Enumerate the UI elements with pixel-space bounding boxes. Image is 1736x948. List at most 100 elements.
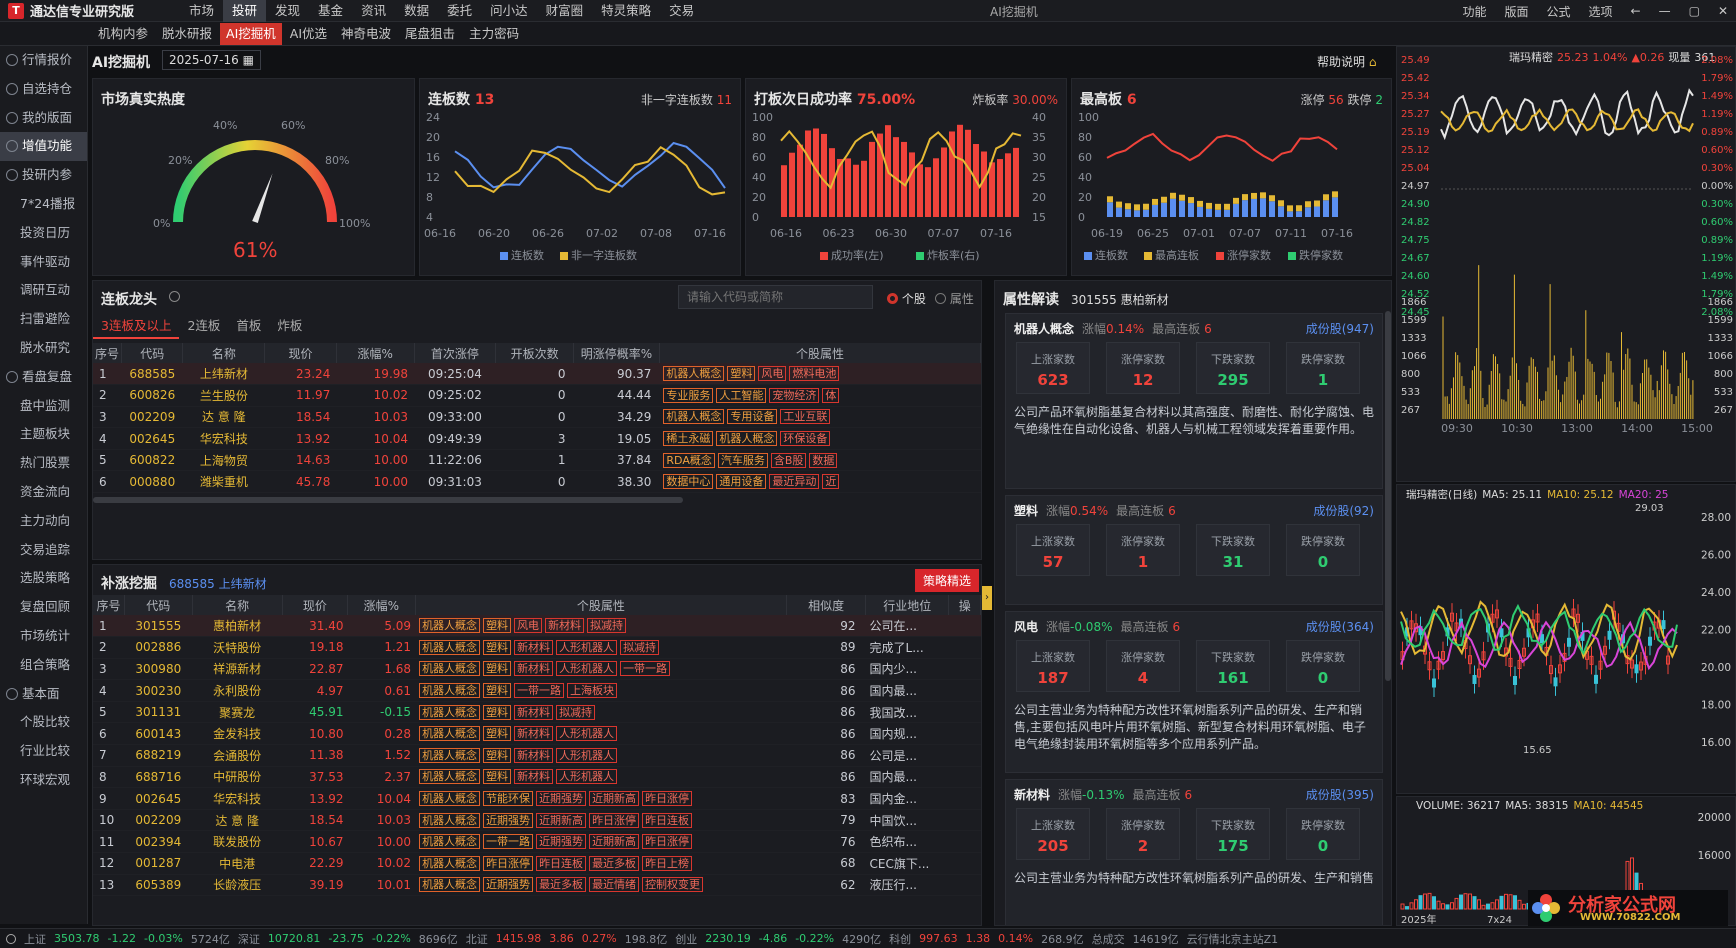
menu-item[interactable]: 问小达 (481, 0, 537, 22)
tag[interactable]: 机器人概念 (716, 431, 778, 447)
tag[interactable]: 塑料 (483, 683, 512, 699)
tag[interactable]: 宠物经济 (769, 387, 820, 403)
tag[interactable]: 拟减持 (620, 639, 660, 655)
action-cell[interactable] (948, 809, 981, 832)
tag[interactable]: 最近异动 (769, 474, 820, 490)
tag[interactable]: 人形机器人 (556, 769, 618, 785)
radio-attr[interactable]: 属性 (935, 290, 974, 307)
tag[interactable]: 近期强势 (483, 877, 534, 893)
strategy-button[interactable]: 策略精选 (915, 569, 980, 592)
table-row[interactable]: 7 688219 会通股份 11.38 1.52 机器人概念 塑料 新材料 人形机器人 86 公司是… (93, 744, 981, 767)
tag[interactable]: 最近情绪 (589, 877, 640, 893)
tag[interactable]: 昨日涨停 (589, 812, 640, 828)
sidebar-item[interactable]: 行情报价 (0, 46, 87, 75)
tag[interactable]: 数据 (809, 452, 838, 468)
action-cell[interactable] (948, 766, 981, 789)
sidebar-item[interactable]: 盘中监测 (0, 392, 87, 421)
tag[interactable]: 塑料 (483, 639, 512, 655)
tag[interactable]: 塑料 (727, 366, 756, 382)
sidebar-item[interactable]: 资金流向 (0, 478, 87, 507)
tag[interactable]: 塑料 (483, 747, 512, 763)
tag[interactable]: 机器人概念 (419, 834, 481, 850)
tag[interactable]: 机器人概念 (419, 726, 481, 742)
sidebar-item[interactable]: 市场统计 (0, 622, 87, 651)
sub-tab[interactable]: AI优选 (284, 23, 333, 45)
concept-name[interactable]: 新材料 (1014, 788, 1050, 802)
tag[interactable]: 近期强势 (483, 812, 534, 828)
table-row[interactable]: 2 600826 兰生股份 11.97 10.02 09:25:02 0 44.44 专业服务人… (93, 384, 981, 407)
tag[interactable]: 机器人概念 (419, 683, 481, 699)
sidebar-item[interactable]: 看盘复盘 (0, 363, 87, 392)
sidebar-item[interactable]: 热门股票 (0, 449, 87, 478)
column-header[interactable]: 相似度 (786, 595, 867, 615)
tag[interactable]: 环保设备 (780, 431, 831, 447)
dragon-scrollbar[interactable] (93, 497, 683, 503)
action-cell[interactable] (948, 679, 981, 702)
expand-arrow-icon[interactable]: › (982, 586, 992, 610)
tag[interactable]: 最近多板 (589, 855, 640, 871)
action-cell[interactable] (948, 636, 981, 659)
dragon-tab[interactable]: 炸板 (269, 315, 310, 339)
right-menu-item[interactable]: 公式 (1547, 3, 1571, 20)
sidebar-item[interactable]: 扫雷避险 (0, 305, 87, 334)
dragon-tab[interactable]: 3连板及以上 (93, 315, 180, 339)
menu-item[interactable]: 发现 (266, 0, 309, 22)
radio-stock[interactable]: 个股 (887, 290, 926, 307)
tag[interactable]: 昨日涨停 (642, 834, 693, 850)
tag[interactable]: 机器人概念 (419, 747, 481, 763)
dragon-tab[interactable]: 2连板 (179, 315, 228, 339)
sub-tab[interactable]: 主力密码 (463, 23, 525, 45)
sidebar-item[interactable]: 基本面 (0, 680, 87, 709)
tag[interactable]: 一带一路 (514, 683, 565, 699)
tag[interactable]: 机器人概念 (419, 661, 481, 677)
tag[interactable]: 近期新高 (589, 834, 640, 850)
column-header[interactable]: 操 (948, 595, 981, 615)
tag[interactable]: 含B股 (770, 452, 807, 468)
column-header[interactable]: 明涨停概率% (573, 343, 660, 363)
sub-tab[interactable]: AI挖掘机 (220, 22, 282, 45)
tag[interactable]: 风电 (514, 618, 543, 634)
table-row[interactable]: 11 002394 联发股份 10.67 10.00 机器人概念 一带一路 近期强势 近期新高昨… (93, 830, 981, 854)
column-header[interactable]: 涨幅% (347, 595, 416, 615)
sidebar-item[interactable]: 7*24播报 (0, 190, 87, 219)
tag[interactable]: 人形机器人 (556, 639, 618, 655)
action-cell[interactable] (948, 830, 981, 854)
table-row[interactable]: 1 301555 惠柏新材 31.40 5.09 机器人概念 塑料 风电 新材料 拟减持 92 公司在… (93, 615, 981, 638)
menu-item[interactable]: 市场 (180, 0, 223, 22)
sidebar-item[interactable]: 主题板块 (0, 420, 87, 449)
column-header[interactable]: 开板次数 (495, 343, 575, 363)
tag[interactable]: 新材料 (514, 661, 554, 677)
power-icon[interactable] (6, 933, 16, 944)
maximize-icon[interactable]: ▢ (1689, 4, 1700, 18)
table-row[interactable]: 10 002209 达 意 隆 18.54 10.03 机器人概念 近期强势 近期新高 昨日涨停… (93, 809, 981, 832)
table-row[interactable]: 8 688716 中研股份 37.53 2.37 机器人概念 塑料 新材料 人形机器人 86 国内最… (93, 766, 981, 789)
sidebar-item[interactable]: 增值功能 (0, 132, 87, 162)
sub-tab[interactable]: 机构内参 (92, 23, 154, 45)
dragon-tab[interactable]: 首板 (228, 315, 269, 339)
menu-item[interactable]: 交易 (660, 0, 703, 22)
tag[interactable]: 新材料 (514, 726, 554, 742)
column-header[interactable]: 序号 (93, 595, 126, 615)
sidebar-item[interactable]: 投研内参 (0, 161, 87, 190)
tag[interactable]: 机器人概念 (419, 769, 481, 785)
tag[interactable]: 近期新高 (589, 791, 640, 807)
column-header[interactable]: 个股属性 (659, 343, 982, 363)
table-row[interactable]: 4 300230 永利股份 4.97 0.61 机器人概念 塑料 一带一路 上海板块 86 国内最.… (93, 679, 981, 702)
constituents-link[interactable]: 成份股(395) (1306, 786, 1374, 803)
stock-search-box[interactable] (678, 285, 873, 309)
tag[interactable]: 工业互联 (780, 409, 831, 425)
tag[interactable]: 塑料 (483, 618, 512, 634)
column-header[interactable]: 行业地位 (865, 595, 950, 615)
sidebar-item[interactable]: 我的版面 (0, 104, 87, 133)
sub-tab[interactable]: 尾盘狙击 (399, 23, 461, 45)
column-header[interactable]: 代码 (121, 343, 184, 363)
table-row[interactable]: 3 002209 达 意 隆 18.54 10.03 09:33:00 0 34.29 机器人概… (93, 406, 981, 429)
menu-item[interactable]: 资讯 (352, 0, 395, 22)
sidebar-item[interactable]: 调研互动 (0, 276, 87, 305)
sub-tab[interactable]: 神奇电波 (335, 23, 397, 45)
info-icon[interactable] (169, 291, 180, 302)
stock-search-input[interactable] (679, 286, 872, 308)
tag[interactable]: 塑料 (483, 769, 512, 785)
sidebar-item[interactable]: 选股策略 (0, 564, 87, 593)
column-header[interactable]: 个股属性 (415, 595, 788, 615)
